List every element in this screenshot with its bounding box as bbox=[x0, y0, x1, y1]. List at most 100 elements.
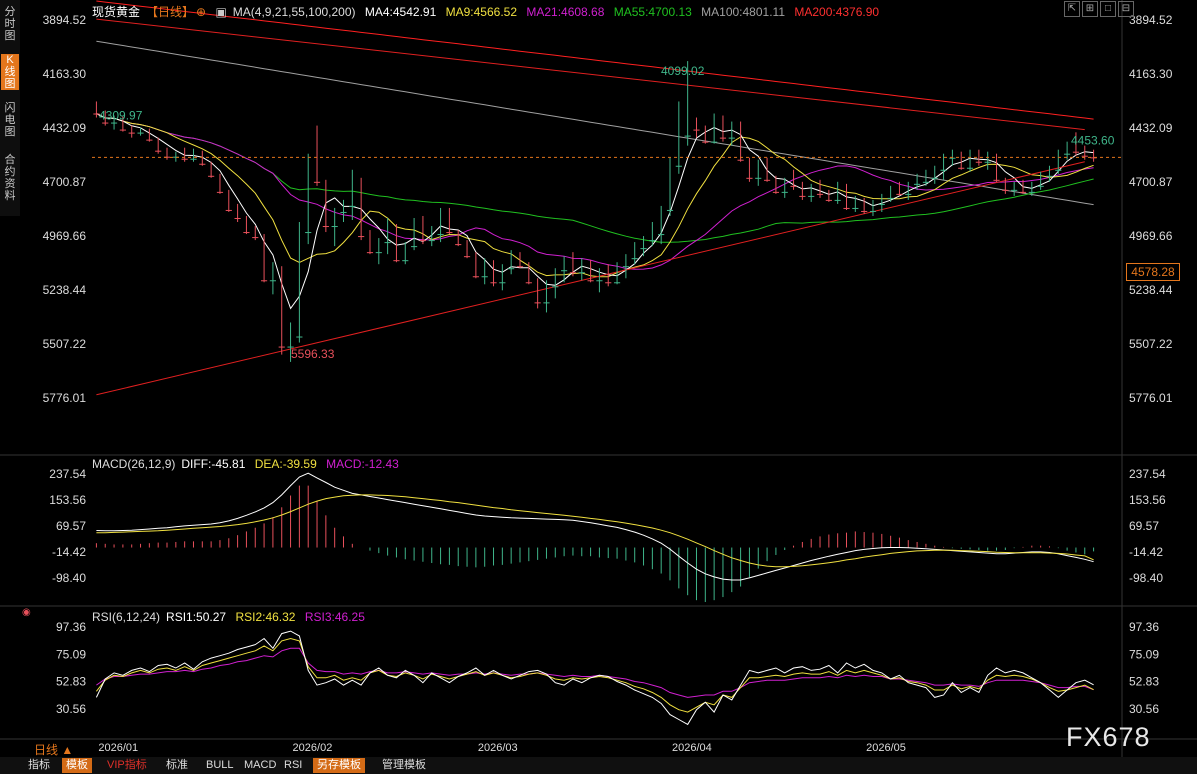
candle-body bbox=[199, 163, 206, 165]
candle-body bbox=[816, 193, 824, 195]
candle-body bbox=[1081, 155, 1088, 157]
settings-icon[interactable]: ▣ bbox=[215, 5, 226, 19]
candle-body bbox=[543, 302, 550, 304]
tab-template[interactable]: 模板 bbox=[62, 758, 92, 773]
macd-y-tick-right: 153.56 bbox=[1129, 493, 1166, 507]
candle-body bbox=[278, 346, 285, 348]
last-price-box: 4578.28 bbox=[1126, 263, 1180, 281]
candle-body bbox=[305, 232, 312, 234]
candle-body bbox=[1028, 191, 1035, 193]
tab-bull[interactable]: BULL bbox=[202, 758, 238, 773]
rsi2-line bbox=[96, 637, 1094, 713]
y-tick-left: 5776.01 bbox=[43, 391, 87, 405]
y-tick-left: 4969.66 bbox=[43, 229, 87, 243]
candle-body bbox=[411, 246, 418, 248]
candle-body bbox=[914, 183, 921, 185]
candle-body bbox=[234, 217, 241, 219]
candle-body bbox=[243, 232, 250, 234]
maximize-icon[interactable]: □ bbox=[1100, 1, 1116, 17]
add-icon[interactable]: ⊕ bbox=[196, 5, 206, 19]
candle-body bbox=[896, 193, 903, 195]
tab-rsi[interactable]: RSI bbox=[280, 758, 306, 773]
candle-body bbox=[516, 266, 524, 268]
candle-body bbox=[578, 272, 585, 274]
rsi3-label: RSI3:46.25 bbox=[304, 610, 365, 624]
candle-body bbox=[587, 280, 594, 282]
tab-standard[interactable]: 标准 bbox=[162, 758, 192, 773]
watermark: FX678 bbox=[1066, 722, 1151, 752]
macd-y-tick-right: -98.40 bbox=[1129, 571, 1163, 585]
candle-body bbox=[658, 234, 665, 236]
candle-body bbox=[1037, 185, 1044, 187]
candle-body bbox=[763, 179, 771, 181]
candle-body bbox=[375, 252, 382, 254]
candle-body bbox=[1019, 191, 1027, 193]
y-tick-left: 4700.87 bbox=[43, 175, 87, 189]
indicator-icon[interactable]: ◉ bbox=[22, 607, 31, 618]
save-template-button[interactable]: 另存模板 bbox=[313, 758, 365, 773]
y-tick-right: 3894.52 bbox=[1129, 13, 1173, 27]
candle-body bbox=[861, 210, 868, 212]
y-tick-right: 4432.09 bbox=[1129, 121, 1173, 135]
candle-body bbox=[552, 286, 559, 288]
candle-body bbox=[852, 207, 859, 209]
grid-icon[interactable]: ⊞ bbox=[1082, 1, 1098, 17]
rsi-y-tick-left: 52.83 bbox=[56, 675, 86, 689]
y-tick-left: 4163.30 bbox=[43, 67, 87, 81]
macd-params: MACD(26,12,9) bbox=[92, 457, 176, 471]
rsi-y-tick-right: 52.83 bbox=[1129, 675, 1159, 689]
candle-body bbox=[719, 137, 727, 139]
candle-body bbox=[366, 252, 374, 254]
tab-kline[interactable]: K线图 bbox=[1, 54, 19, 90]
candle-body bbox=[649, 240, 656, 242]
tab-vip-indicator[interactable]: VIP指标 bbox=[103, 758, 151, 773]
candle-body bbox=[772, 191, 779, 193]
x-axis-label: 2026/01 bbox=[98, 742, 138, 754]
candle-body bbox=[869, 210, 877, 212]
sidebar: 分时图 K线图 闪电图 合约资料 bbox=[0, 0, 20, 216]
candle-body bbox=[508, 268, 515, 270]
tab-contract-info[interactable]: 合约资料 bbox=[1, 154, 19, 202]
candle-body bbox=[613, 282, 621, 284]
tab-timeshare[interactable]: 分时图 bbox=[1, 6, 19, 42]
candle-body bbox=[331, 226, 338, 228]
candle-body bbox=[905, 193, 912, 195]
candle-body bbox=[428, 240, 435, 242]
candle-body bbox=[481, 276, 488, 278]
tab-indicator[interactable]: 指标 bbox=[24, 758, 54, 773]
candle-body bbox=[296, 336, 303, 338]
manage-template-button[interactable]: 管理模板 bbox=[378, 758, 430, 773]
y-tick-left: 4432.09 bbox=[43, 121, 87, 135]
candle-body bbox=[269, 280, 276, 282]
y-tick-right: 4969.66 bbox=[1129, 229, 1173, 243]
candle-body bbox=[472, 276, 479, 278]
bottom-toolbar: 指标 模板 VIP指标 标准 BULL MACD RSI 另存模板 管理模板 bbox=[0, 757, 1197, 774]
macd-legend: MACD(26,12,9) DIFF:-45.81 DEA:-39.59 MACD… bbox=[92, 457, 405, 471]
candle-body bbox=[102, 122, 109, 124]
tab-flash-chart[interactable]: 闪电图 bbox=[1, 102, 19, 138]
candle-body bbox=[631, 258, 638, 260]
y-tick-left: 5238.44 bbox=[43, 283, 87, 297]
macd-y-tick-left: -98.40 bbox=[52, 571, 86, 585]
candle-body bbox=[790, 185, 797, 187]
period-selector[interactable]: 日线 ▲ bbox=[34, 741, 73, 758]
ma21-label: MA21:4608.68 bbox=[526, 5, 605, 19]
candle-body bbox=[640, 248, 647, 250]
ma4-label: MA4:4542.91 bbox=[364, 5, 437, 19]
tab-macd[interactable]: MACD bbox=[240, 758, 280, 773]
candle-body bbox=[878, 203, 885, 205]
period-label[interactable]: 【日线】 bbox=[146, 5, 194, 19]
candle-body bbox=[569, 272, 577, 274]
candle-body bbox=[260, 280, 268, 282]
candle-body bbox=[349, 205, 356, 207]
candle-body bbox=[799, 195, 806, 197]
split-icon[interactable]: ⊟ bbox=[1118, 1, 1134, 17]
candle-body bbox=[834, 199, 841, 201]
fit-icon[interactable]: ⇱ bbox=[1064, 1, 1080, 17]
rsi-y-tick-right: 97.36 bbox=[1129, 620, 1159, 634]
candle-body bbox=[808, 195, 815, 197]
candle-body bbox=[119, 129, 126, 131]
ma-params: MA(4,9,21,55,100,200) bbox=[232, 5, 356, 19]
candle-body bbox=[137, 132, 144, 134]
candle-body bbox=[463, 256, 471, 258]
